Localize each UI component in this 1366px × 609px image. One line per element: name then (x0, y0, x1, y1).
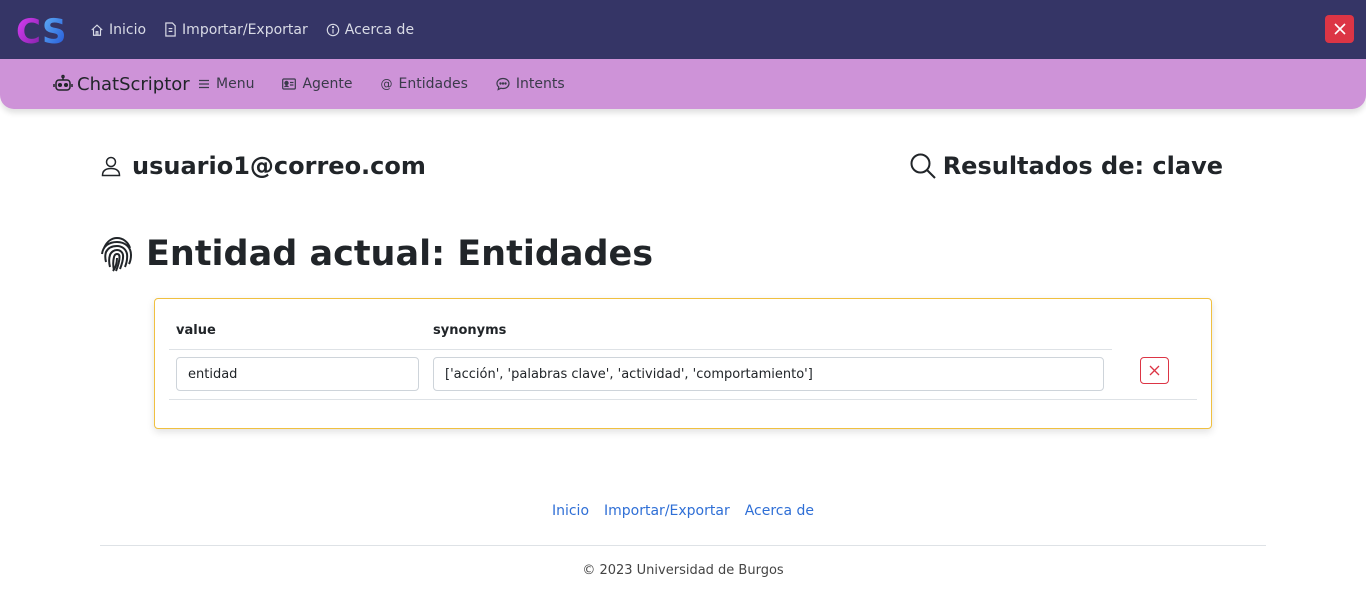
brand-label: ChatScriptor (77, 73, 190, 95)
close-icon (1333, 23, 1346, 35)
row-divider (169, 399, 1197, 400)
svg-text:C: C (16, 12, 41, 49)
footer-link-inicio[interactable]: Inicio (552, 503, 589, 519)
search-icon (910, 153, 936, 179)
sub-nav: Menu Agente @ Entidades Intents (198, 59, 593, 109)
id-card-icon (282, 78, 297, 90)
synonyms-input[interactable]: ['acción', 'palabras clave', 'actividad'… (433, 357, 1104, 391)
footer-link-importar[interactable]: Importar/Exportar (604, 503, 730, 519)
info-icon (326, 23, 339, 36)
search-results-heading: Resultados de: clave (909, 152, 1223, 180)
sub-nav-intents[interactable]: Intents (496, 76, 565, 92)
user-info: usuario1@correo.com (100, 152, 426, 180)
list-icon (199, 79, 209, 89)
entity-card: value synonyms entidad ['acción', 'palab… (154, 298, 1212, 429)
entity-title: Entidad actual: Entidades (100, 234, 653, 274)
close-button[interactable] (1325, 15, 1354, 43)
top-nav-importar-label: Importar/Exportar (182, 21, 308, 38)
app-logo[interactable]: C S (16, 11, 78, 52)
sub-nav-agente-label: Agente (302, 76, 353, 92)
header-value: value (176, 323, 216, 338)
header-synonyms: synonyms (433, 323, 507, 338)
entity-title-label: Entidad actual: Entidades (146, 234, 654, 274)
chat-icon (496, 77, 510, 91)
sub-nav-agente[interactable]: Agente (282, 76, 353, 92)
header-divider (169, 349, 1112, 350)
svg-text:S: S (42, 12, 67, 49)
footer-divider (100, 545, 1266, 546)
sub-nav-menu[interactable]: Menu (198, 76, 254, 92)
home-icon (91, 23, 103, 36)
secondary-navbar: ChatScriptor Menu Agente @ Entidades Int… (0, 59, 1366, 109)
footer-link-acerca[interactable]: Acerca de (745, 503, 814, 519)
person-icon (101, 156, 121, 177)
search-results-label: Resultados de: clave (942, 152, 1223, 180)
sub-nav-entidades-label: Entidades (398, 76, 468, 92)
top-nav-inicio-label: Inicio (109, 21, 147, 38)
top-nav: Inicio Importar/Exportar Acerca de (90, 0, 432, 59)
top-nav-acerca-label: Acerca de (344, 21, 415, 38)
sub-nav-intents-label: Intents (515, 76, 565, 92)
delete-row-button[interactable] (1140, 357, 1169, 384)
footer-nav: Inicio Importar/Exportar Acerca de (0, 503, 1366, 519)
robot-icon (53, 74, 73, 91)
brand[interactable]: ChatScriptor (53, 59, 190, 109)
file-icon (165, 22, 176, 37)
top-nav-importar[interactable]: Importar/Exportar (164, 22, 308, 38)
at-icon: @ (380, 77, 393, 91)
copyright: © 2023 Universidad de Burgos (582, 563, 784, 578)
top-nav-inicio[interactable]: Inicio (90, 22, 146, 38)
value-input[interactable]: entidad (176, 357, 419, 391)
sub-nav-menu-label: Menu (216, 76, 255, 92)
user-email: usuario1@correo.com (132, 152, 426, 180)
top-nav-acerca[interactable]: Acerca de (326, 22, 414, 38)
close-icon (1149, 365, 1160, 376)
sub-nav-entidades[interactable]: @ Entidades (381, 76, 468, 92)
fingerprint-icon (101, 236, 133, 272)
top-navbar: C S Inicio Importar/Exportar Acerca de (0, 0, 1366, 59)
